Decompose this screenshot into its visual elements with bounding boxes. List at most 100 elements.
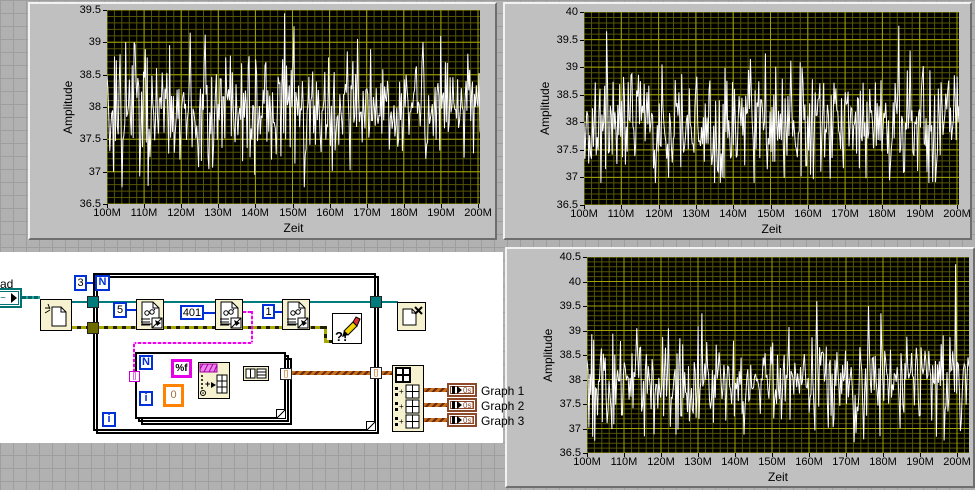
waveform-graph-icon: 0s] <box>450 386 474 394</box>
string-index-tunnel[interactable]: [] <box>129 371 140 382</box>
read-text-file-icon <box>141 301 163 329</box>
refnum-tunnel-in[interactable] <box>87 296 99 308</box>
x-tick-mark <box>293 204 294 208</box>
inner-array-tunnel-out[interactable]: [] <box>280 368 292 380</box>
y-tick-label: 38 <box>568 374 581 386</box>
waveform-graph-icon: 0s] <box>450 416 474 424</box>
x-tick-label: 150M <box>279 207 307 219</box>
x-tick-mark <box>621 205 622 209</box>
build-array-node[interactable] <box>243 366 269 381</box>
x-tick-label: 150M <box>758 456 786 468</box>
read-text-file-icon <box>287 301 309 329</box>
lines-to-read-constant[interactable]: 401 <box>180 305 204 320</box>
zero-constant[interactable]: 0 <box>163 384 184 407</box>
close-file-icon <box>402 306 423 326</box>
array-2d-wire[interactable] <box>382 371 392 375</box>
svg-text:0s]: 0s] <box>463 416 473 424</box>
spreadsheet-string-to-array-node[interactable]: + <box>198 362 230 399</box>
index-array-node[interactable]: + + + <box>392 365 424 432</box>
path-wire[interactable] <box>22 296 40 299</box>
read-text-file-node-1[interactable] <box>136 299 164 330</box>
y-tick-label: 40 <box>568 276 581 288</box>
x-tick-label: 170M <box>831 208 859 220</box>
x-tick-mark <box>584 205 585 209</box>
loop-count-terminal[interactable]: N <box>95 275 110 291</box>
waveform-plot-area-3[interactable] <box>586 256 970 454</box>
y-tick-label: 37.5 <box>79 133 101 145</box>
read-text-file-node-2[interactable] <box>215 299 243 330</box>
inner-count-terminal[interactable]: N <box>139 355 153 370</box>
x-tick-label: 100M <box>573 456 601 468</box>
refnum-tunnel-out[interactable] <box>370 296 382 308</box>
waveform-graph-icon: 0s] <box>450 401 474 409</box>
x-tick-mark <box>771 205 772 209</box>
error-tunnel-in[interactable] <box>87 322 99 334</box>
lines-to-skip-constant[interactable]: 5 <box>113 302 127 318</box>
x-tick-mark <box>735 453 736 457</box>
waveform-plot-area-2[interactable] <box>583 11 960 206</box>
array-tunnel-out[interactable]: [] <box>370 367 382 379</box>
x-tick-label: 180M <box>868 208 896 220</box>
x-tick-label: 100M <box>93 207 121 219</box>
loop-count-constant[interactable]: 3 <box>74 275 87 291</box>
x-tick-label: 190M <box>906 456 934 468</box>
x-tick-label: 130M <box>682 208 710 220</box>
one-line-constant[interactable]: 1 <box>262 304 275 319</box>
x-tick-label: 200M <box>464 207 492 219</box>
x-tick-mark <box>772 453 773 457</box>
x-tick-label: 140M <box>719 208 747 220</box>
format-string-constant[interactable]: %f <box>171 359 192 378</box>
x-axis-title: Zeit <box>767 470 788 484</box>
array-2d-wire-graph3[interactable] <box>424 418 447 422</box>
x-tick-label: 180M <box>390 207 418 219</box>
array-2d-wire-graph2[interactable] <box>424 403 447 407</box>
x-tick-mark <box>218 204 219 208</box>
y-tick-label: 39.5 <box>79 4 101 16</box>
x-tick-mark <box>698 453 699 457</box>
x-tick-mark <box>920 453 921 457</box>
open-file-node[interactable] <box>40 299 72 331</box>
x-tick-mark <box>809 453 810 457</box>
x-tick-mark <box>367 204 368 208</box>
loop-resize-corner <box>366 421 375 430</box>
x-axis-title: Zeit <box>283 221 304 235</box>
x-tick-label: 110M <box>130 207 158 219</box>
clear-errors-node[interactable]: ?! <box>332 313 362 344</box>
y-tick-label: 40.5 <box>559 251 581 263</box>
x-tick-mark <box>659 205 660 209</box>
x-tick-mark <box>733 205 734 209</box>
graph-terminal-2[interactable]: 0s] <box>447 398 477 412</box>
x-tick-mark <box>624 453 625 457</box>
y-tick-label: 37.5 <box>559 398 581 410</box>
svg-text:+: + <box>205 379 210 389</box>
x-axis-title: Zeit <box>761 222 782 236</box>
x-tick-label: 110M <box>610 456 638 468</box>
graph-panel-2: Amplitude 40 39.5 39 38.5 38 37.5 37 36.5 100M 110… <box>503 2 972 240</box>
inner-iteration-terminal[interactable]: i <box>139 391 153 406</box>
svg-text:0s]: 0s] <box>463 386 473 394</box>
graph-terminal-3[interactable]: 0s] <box>447 413 477 427</box>
x-tick-mark <box>661 453 662 457</box>
waveform-plot-area-1[interactable] <box>106 9 481 205</box>
graph-panel-1: Amplitude 39.5 39 38.5 38 37.5 37 36.5 100M 110M 1… <box>28 2 497 240</box>
y-tick-label: 39.5 <box>559 300 581 312</box>
x-tick-mark <box>883 453 884 457</box>
close-file-node[interactable] <box>397 302 426 331</box>
y-tick-label: 38.5 <box>556 89 578 101</box>
clear-errors-icon: ?! <box>335 316 361 344</box>
x-tick-mark <box>882 205 883 209</box>
iteration-terminal[interactable]: i <box>102 412 116 427</box>
array-2d-wire-graph1[interactable] <box>424 388 447 392</box>
svg-text:?!: ?! <box>335 329 347 343</box>
x-tick-mark <box>696 205 697 209</box>
svg-text:+: + <box>399 402 404 411</box>
x-tick-label: 190M <box>906 208 934 220</box>
read-text-file-node-3[interactable] <box>282 299 310 330</box>
graph-terminal-1[interactable]: 0s] <box>447 383 477 397</box>
x-tick-mark <box>846 453 847 457</box>
x-tick-mark <box>107 204 108 208</box>
y-tick-label: 39 <box>88 36 101 48</box>
y-tick-label: 38.5 <box>79 69 101 81</box>
x-tick-mark <box>957 205 958 209</box>
path-control-terminal[interactable]: ~ <box>0 288 22 308</box>
